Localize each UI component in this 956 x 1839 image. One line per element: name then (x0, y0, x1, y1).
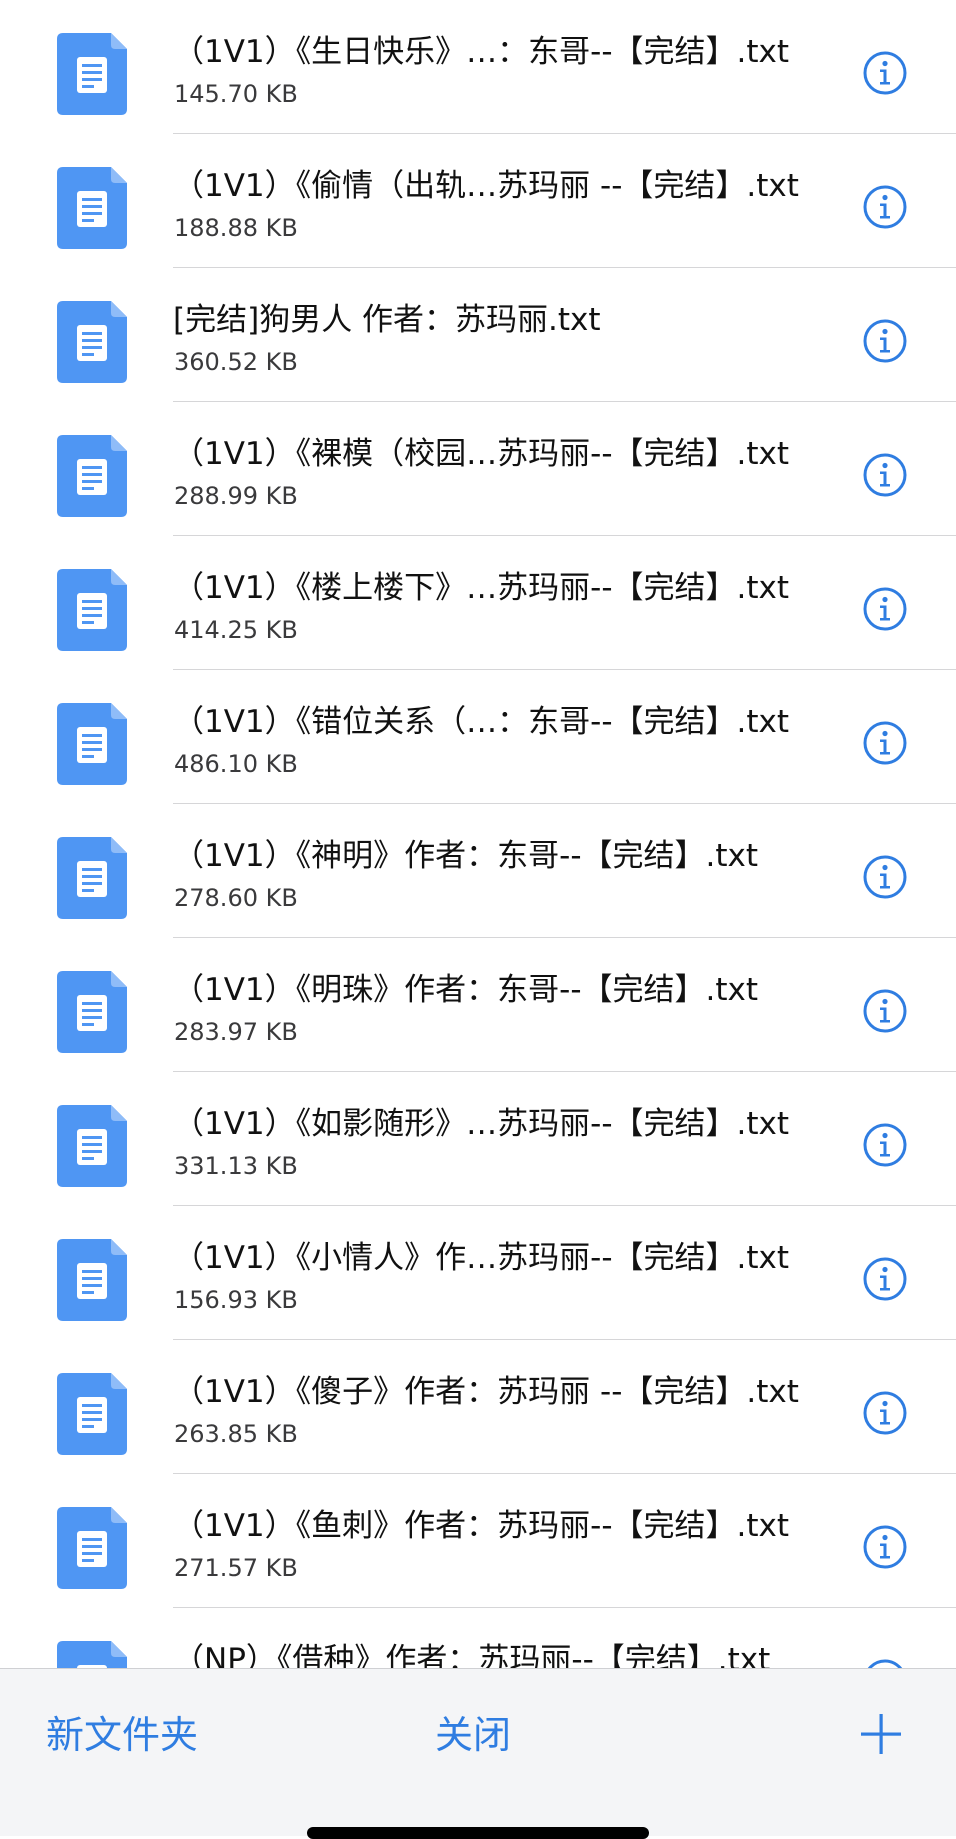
file-row[interactable]: （1V1）《错位关系（…：东哥--【完结】.txt 486.10 KB (0, 670, 956, 804)
file-name: （1V1）《明珠》作者：东哥--【完结】.txt (173, 972, 759, 1008)
file-name: （1V1）《偷情（出轨…苏玛丽 --【完结】.txt (173, 168, 799, 204)
info-icon[interactable] (862, 318, 908, 364)
document-icon (57, 301, 127, 383)
file-name: （1V1）《神明》作者：东哥--【完结】.txt (173, 838, 759, 874)
file-name: （1V1）《鱼刺》作者：苏玛丽--【完结】.txt (173, 1508, 790, 1544)
file-size: 278.60 KB (174, 884, 298, 912)
plus-icon[interactable] (858, 1711, 904, 1757)
file-row[interactable]: （1V1）《傻子》作者：苏玛丽 --【完结】.txt 263.85 KB (0, 1340, 956, 1474)
file-size: 360.52 KB (174, 348, 298, 376)
info-icon[interactable] (862, 452, 908, 498)
document-icon (57, 837, 127, 919)
file-row[interactable]: [完结]狗男人 作者：苏玛丽.txt 360.52 KB (0, 268, 956, 402)
document-icon (57, 1641, 127, 1668)
file-row[interactable]: （1V1）《偷情（出轨…苏玛丽 --【完结】.txt 188.88 KB (0, 134, 956, 268)
file-name: （1V1）《错位关系（…：东哥--【完结】.txt (173, 704, 790, 740)
info-icon[interactable] (862, 1524, 908, 1570)
file-size: 414.25 KB (174, 616, 298, 644)
file-size: 156.93 KB (174, 1286, 298, 1314)
info-icon[interactable] (862, 720, 908, 766)
file-name: （NP）《借种》作者：苏玛丽--【完结】.txt (173, 1642, 771, 1668)
file-row[interactable]: （1V1）《神明》作者：东哥--【完结】.txt 278.60 KB (0, 804, 956, 938)
file-row[interactable]: （1V1）《裸模（校园…苏玛丽--【完结】.txt 288.99 KB (0, 402, 956, 536)
info-icon[interactable] (862, 1122, 908, 1168)
bottom-toolbar: 新文件夹 关闭 (0, 1668, 956, 1839)
file-size: 188.88 KB (174, 214, 298, 242)
file-row[interactable]: （1V1）《如影随形》…苏玛丽--【完结】.txt 331.13 KB (0, 1072, 956, 1206)
file-size: 145.70 KB (174, 80, 298, 108)
file-name: （1V1）《如影随形》…苏玛丽--【完结】.txt (173, 1106, 790, 1142)
document-icon (57, 1507, 127, 1589)
file-name: （1V1）《生日快乐》…：东哥--【完结】.txt (173, 34, 790, 70)
document-icon (57, 167, 127, 249)
info-icon[interactable] (862, 988, 908, 1034)
file-row[interactable]: （NP）《借种》作者：苏玛丽--【完结】.txt (0, 1608, 956, 1668)
file-size: 331.13 KB (174, 1152, 298, 1180)
home-indicator (307, 1827, 649, 1839)
file-size: 271.57 KB (174, 1554, 298, 1582)
file-row[interactable]: （1V1）《小情人》作…苏玛丽--【完结】.txt 156.93 KB (0, 1206, 956, 1340)
file-row[interactable]: （1V1）《生日快乐》…：东哥--【完结】.txt 145.70 KB (0, 0, 956, 134)
close-button[interactable]: 关闭 (435, 1711, 511, 1759)
file-name: （1V1）《傻子》作者：苏玛丽 --【完结】.txt (173, 1374, 799, 1410)
document-icon (57, 569, 127, 651)
document-icon (57, 1373, 127, 1455)
document-icon (57, 435, 127, 517)
info-icon[interactable] (862, 1256, 908, 1302)
file-size: 263.85 KB (174, 1420, 298, 1448)
file-size: 486.10 KB (174, 750, 298, 778)
info-icon[interactable] (862, 184, 908, 230)
file-row[interactable]: （1V1）《明珠》作者：东哥--【完结】.txt 283.97 KB (0, 938, 956, 1072)
document-icon (57, 33, 127, 115)
file-name: [完结]狗男人 作者：苏玛丽.txt (173, 302, 601, 338)
file-name: （1V1）《小情人》作…苏玛丽--【完结】.txt (173, 1240, 790, 1276)
info-icon[interactable] (862, 1658, 908, 1668)
info-icon[interactable] (862, 586, 908, 632)
document-icon (57, 703, 127, 785)
info-icon[interactable] (862, 50, 908, 96)
info-icon[interactable] (862, 854, 908, 900)
file-name: （1V1）《楼上楼下》…苏玛丽--【完结】.txt (173, 570, 790, 606)
document-icon (57, 1105, 127, 1187)
document-icon (57, 1239, 127, 1321)
new-folder-button[interactable]: 新文件夹 (46, 1711, 198, 1759)
file-size: 283.97 KB (174, 1018, 298, 1046)
file-list[interactable]: （1V1）《生日快乐》…：东哥--【完结】.txt 145.70 KB （1V1… (0, 0, 956, 1668)
file-row[interactable]: （1V1）《楼上楼下》…苏玛丽--【完结】.txt 414.25 KB (0, 536, 956, 670)
document-icon (57, 971, 127, 1053)
info-icon[interactable] (862, 1390, 908, 1436)
file-size: 288.99 KB (174, 482, 298, 510)
file-name: （1V1）《裸模（校园…苏玛丽--【完结】.txt (173, 436, 790, 472)
file-row[interactable]: （1V1）《鱼刺》作者：苏玛丽--【完结】.txt 271.57 KB (0, 1474, 956, 1608)
